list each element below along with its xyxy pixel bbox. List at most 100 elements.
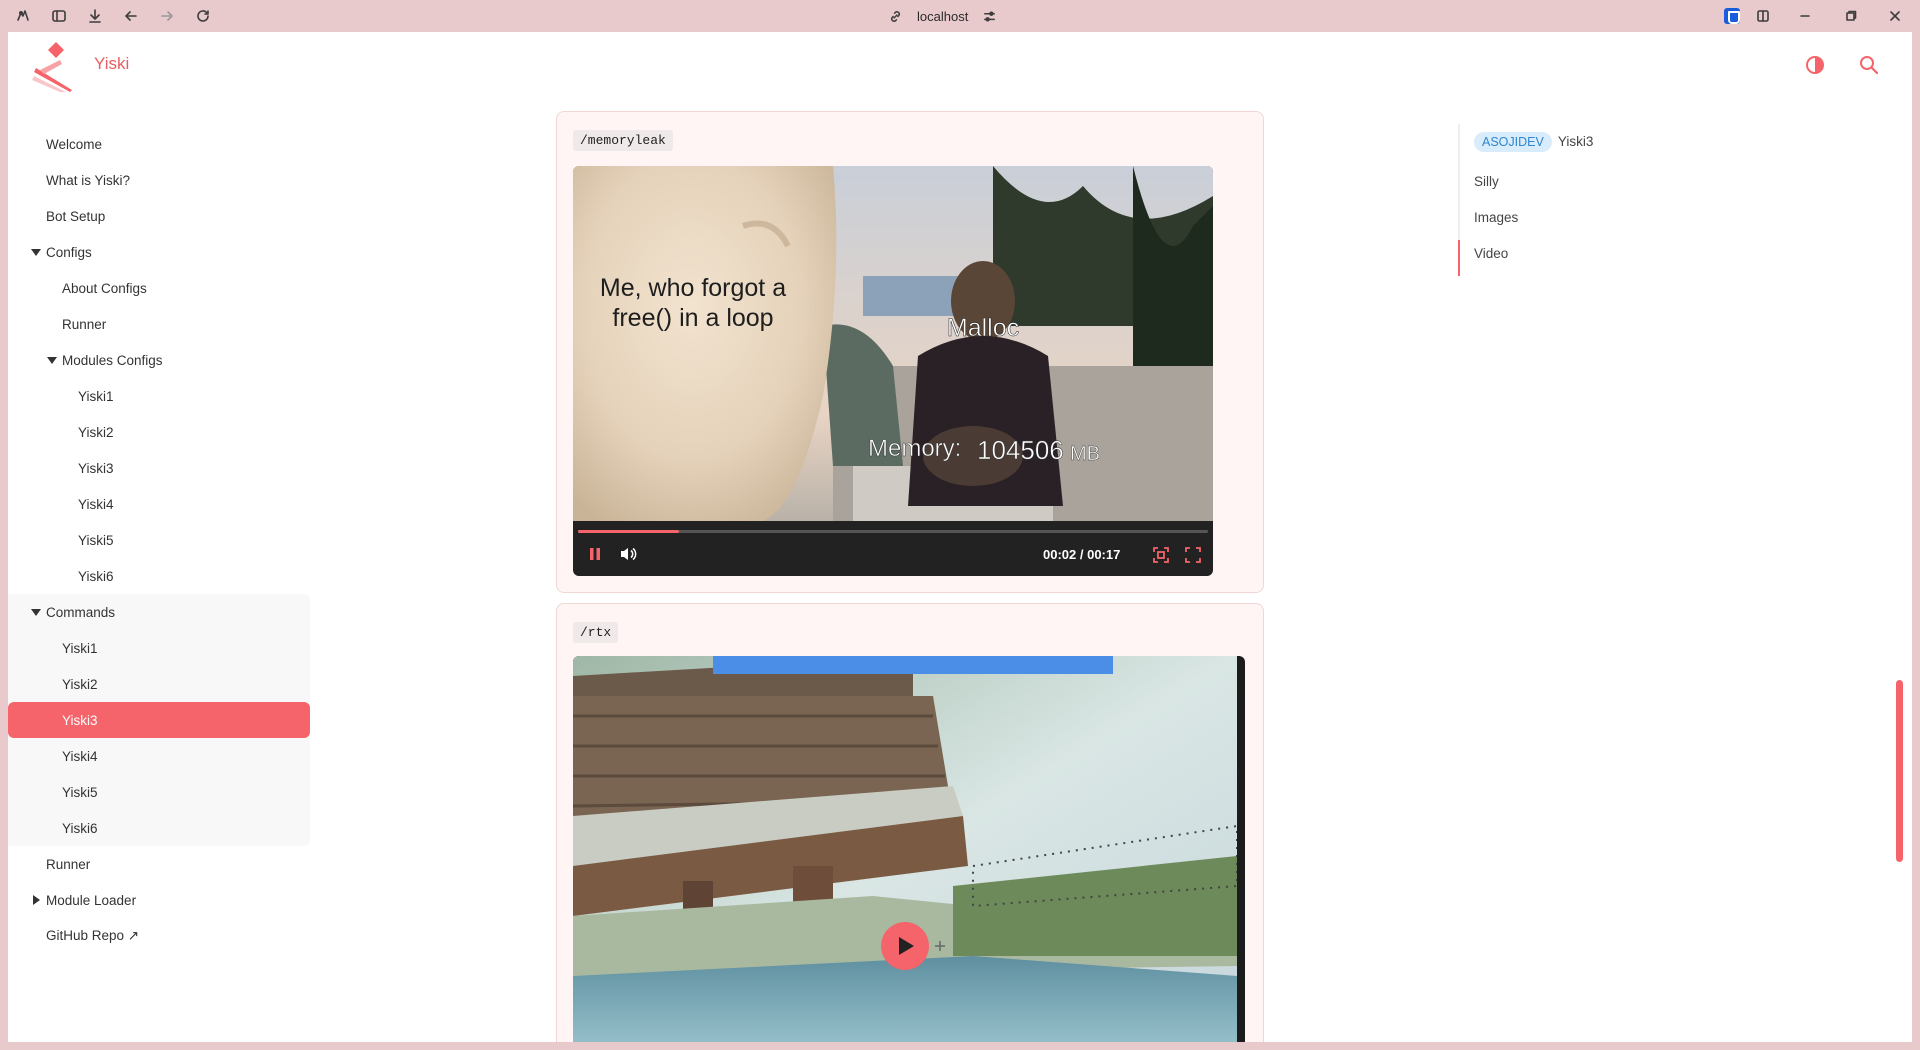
sidebar-item-label: Yiski1 xyxy=(78,388,114,404)
sidebar-item-command-yiski6[interactable]: Yiski6 xyxy=(8,810,310,846)
maximize-icon[interactable] xyxy=(1842,7,1860,25)
sidebar-item-config-yiski1[interactable]: Yiski1 xyxy=(8,378,310,414)
search-icon[interactable] xyxy=(1858,54,1880,76)
sidebar-item-what-is-yiski[interactable]: What is Yiski? xyxy=(8,162,310,198)
sidebar-item-label: GitHub Repo ↗ xyxy=(46,928,140,943)
sidebar: Welcome What is Yiski? Bot Setup Configs… xyxy=(8,126,310,954)
sidebar-item-label: Yiski5 xyxy=(62,784,98,800)
sidebar-item-runner[interactable]: Runner xyxy=(8,306,310,342)
sidebar-item-github-repo[interactable]: GitHub Repo ↗ xyxy=(8,918,310,954)
video-frame[interactable] xyxy=(573,656,1238,1042)
sidebar-item-label: Runner xyxy=(46,856,91,872)
author-tag: ASOJIDEV xyxy=(1474,132,1552,152)
toc-item-silly[interactable]: Silly xyxy=(1474,174,1499,189)
sidebar-item-config-yiski4[interactable]: Yiski4 xyxy=(8,486,310,522)
sidebar-item-label: Yiski6 xyxy=(78,568,114,584)
sidebar-item-label: Yiski1 xyxy=(62,640,98,656)
memory-value: 104506 xyxy=(977,435,1064,465)
sidebar-item-about-configs[interactable]: About Configs xyxy=(8,270,310,306)
sidebar-item-command-yiski1[interactable]: Yiski1 xyxy=(8,630,310,666)
forward-icon[interactable] xyxy=(158,7,176,25)
site-brand[interactable]: Yiski xyxy=(94,54,129,74)
meme-caption-right: Malloc xyxy=(947,314,1019,342)
pause-icon[interactable] xyxy=(589,547,601,566)
sidebar-item-label: Commands xyxy=(46,604,116,620)
sidebar-item-label: Yiski6 xyxy=(62,820,98,836)
picture-in-picture-icon[interactable] xyxy=(1153,547,1169,568)
command-card-rtx: /rtx xyxy=(556,603,1264,1042)
caret-down-icon[interactable] xyxy=(47,357,57,364)
sidebar-item-welcome[interactable]: Welcome xyxy=(8,126,310,162)
table-of-contents: ASOJIDEV Yiski3 Silly Images Video xyxy=(1458,124,1698,276)
meme-caption-left-line1: Me, who forgot a xyxy=(600,274,786,302)
sidebar-item-config-yiski6[interactable]: Yiski6 xyxy=(8,558,310,594)
sidebar-item-modules-configs[interactable]: Modules Configs xyxy=(8,342,310,378)
sidebar-item-config-yiski5[interactable]: Yiski5 xyxy=(8,522,310,558)
sidebar-icon[interactable] xyxy=(50,7,68,25)
sidebar-item-label: Configs xyxy=(46,244,92,260)
caret-right-icon[interactable] xyxy=(33,895,40,905)
command-code: /memoryleak xyxy=(573,130,673,151)
video-frame[interactable]: Me, who forgot a free() in a loop Malloc… xyxy=(573,166,1213,521)
page: Yiski Welcome What is Yiski? Bot Setup C… xyxy=(8,32,1912,1042)
sidebar-item-label: Runner xyxy=(62,316,107,332)
address-text: localhost xyxy=(917,8,969,24)
sidebar-item-label: Yiski4 xyxy=(62,748,98,764)
sidebar-item-label: Modules Configs xyxy=(62,352,163,368)
scrollbar-thumb[interactable] xyxy=(1896,680,1903,862)
sidebar-item-command-yiski2[interactable]: Yiski2 xyxy=(8,666,310,702)
sidebar-item-bot-setup[interactable]: Bot Setup xyxy=(8,198,310,234)
sidebar-item-label: Yiski5 xyxy=(78,532,114,548)
toc-item-images[interactable]: Images xyxy=(1474,210,1518,225)
sidebar-item-command-yiski3[interactable]: Yiski3 xyxy=(8,702,310,738)
video-player[interactable]: Me, who forgot a free() in a loop Malloc… xyxy=(573,166,1213,576)
video-player[interactable] xyxy=(573,656,1245,1042)
yiski-logo[interactable] xyxy=(30,40,78,92)
sidebar-item-label: Welcome xyxy=(46,136,103,152)
bitwarden-icon[interactable] xyxy=(1724,8,1740,24)
theme-toggle-icon[interactable] xyxy=(1804,54,1826,76)
browser-toolbar: localhost xyxy=(0,0,1920,32)
sidebar-item-label: Yiski2 xyxy=(78,424,114,440)
memory-label: Memory: xyxy=(868,435,961,462)
back-icon[interactable] xyxy=(122,7,140,25)
sidebar-item-config-yiski3[interactable]: Yiski3 xyxy=(8,450,310,486)
close-icon[interactable] xyxy=(1886,7,1904,25)
sidebar-item-label: About Configs xyxy=(62,280,147,296)
caret-down-icon[interactable] xyxy=(31,609,41,616)
sidebar-item-command-yiski5[interactable]: Yiski5 xyxy=(8,774,310,810)
link-icon xyxy=(891,10,900,22)
minimize-icon[interactable] xyxy=(1796,7,1814,25)
caret-down-icon[interactable] xyxy=(31,249,41,256)
sidebar-item-command-yiski4[interactable]: Yiski4 xyxy=(8,738,310,774)
volume-icon[interactable] xyxy=(619,546,637,567)
video-time: 00:02 / 00:17 xyxy=(1043,547,1121,562)
sidebar-item-label: Yiski3 xyxy=(62,712,98,728)
download-icon[interactable] xyxy=(86,7,104,25)
video-progress-track[interactable] xyxy=(578,530,1208,533)
command-code: /rtx xyxy=(573,622,619,643)
sidebar-item-label: Yiski3 xyxy=(78,460,114,476)
toc-title: Yiski3 xyxy=(1557,134,1594,149)
toc-heading[interactable]: ASOJIDEV Yiski3 xyxy=(1474,132,1593,152)
reload-icon[interactable] xyxy=(194,7,212,25)
toc-active-indicator xyxy=(1458,240,1460,276)
address-bar[interactable]: localhost xyxy=(888,7,997,25)
sidebar-item-commands[interactable]: Commands xyxy=(8,594,310,630)
meme-caption-left-line2: free() in a loop xyxy=(612,304,773,332)
fullscreen-icon[interactable] xyxy=(1185,547,1201,568)
command-card-memoryleak: /memoryleak Me, who forgot a free() in a… xyxy=(556,111,1264,593)
sidebar-item-label: Bot Setup xyxy=(46,208,106,224)
memory-unit: MB xyxy=(1070,443,1100,465)
split-view-icon[interactable] xyxy=(1754,7,1772,25)
sidebar-item-label: Yiski2 xyxy=(62,676,98,692)
sidebar-item-config-yiski2[interactable]: Yiski2 xyxy=(8,414,310,450)
toc-item-video[interactable]: Video xyxy=(1474,246,1508,261)
sidebar-item-configs[interactable]: Configs xyxy=(8,234,310,270)
site-settings-icon[interactable] xyxy=(982,9,997,24)
video-progress-fill xyxy=(578,530,679,533)
extensions-icon[interactable] xyxy=(14,7,32,25)
sidebar-item-module-loader[interactable]: Module Loader xyxy=(8,882,310,918)
sidebar-item-runner-2[interactable]: Runner xyxy=(8,846,310,882)
commands-group: Commands Yiski1 Yiski2 Yiski3 Yiski4 Yis… xyxy=(8,594,310,846)
